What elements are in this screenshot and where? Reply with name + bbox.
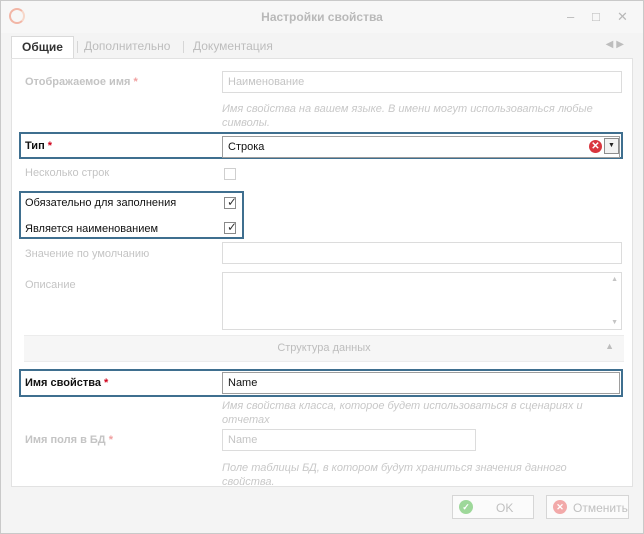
data-structure-section[interactable]: Структура данных ▲ bbox=[24, 335, 624, 362]
cancel-button-label: Отменить bbox=[573, 501, 628, 515]
property-name-input[interactable]: Name bbox=[222, 372, 620, 394]
db-field-name-input[interactable]: Name bbox=[222, 429, 476, 451]
display-name-label: Отображаемое имя * bbox=[25, 76, 138, 88]
tab-bar: Общие Дополнительно Документация ◀▶ bbox=[11, 36, 633, 59]
clear-type-icon[interactable]: ✕ bbox=[589, 140, 602, 153]
required-field-checkbox[interactable]: ✓ bbox=[224, 195, 238, 209]
required-marker: * bbox=[47, 140, 53, 152]
scroll-down-icon[interactable]: ▼ bbox=[611, 319, 618, 326]
display-name-label-text: Отображаемое имя bbox=[25, 76, 131, 88]
tab-general[interactable]: Общие bbox=[11, 36, 74, 59]
ok-button-label: OK bbox=[496, 501, 514, 515]
tab-scroll-arrows[interactable]: ◀▶ bbox=[606, 39, 627, 50]
maximize-icon[interactable]: □ bbox=[592, 10, 600, 24]
tab-documentation[interactable]: Документация bbox=[183, 36, 283, 57]
check-circle-icon: ✓ bbox=[459, 500, 473, 514]
chevron-right-icon[interactable]: ▶ bbox=[616, 39, 627, 50]
default-value-label: Значение по умолчанию bbox=[25, 248, 150, 260]
required-marker: * bbox=[104, 377, 109, 389]
check-icon: ✓ bbox=[227, 220, 238, 234]
type-label: Тип * bbox=[25, 140, 52, 152]
ok-button[interactable]: ✓ OK bbox=[452, 495, 534, 519]
collapse-icon[interactable]: ▲ bbox=[605, 341, 614, 351]
property-settings-window: Настройки свойства – □ ✕ Общие Дополните… bbox=[0, 0, 644, 534]
multiline-checkbox[interactable] bbox=[224, 168, 236, 180]
is-name-label: Является наименованием bbox=[25, 223, 159, 235]
description-textarea[interactable]: ▲ ▼ bbox=[222, 272, 622, 330]
property-name-hint: Имя свойства класса, которое будет испол… bbox=[222, 400, 583, 426]
minimize-icon[interactable]: – bbox=[567, 10, 574, 24]
chevron-left-icon[interactable]: ◀ bbox=[606, 39, 617, 50]
type-label-text: Тип bbox=[25, 140, 45, 152]
window-title: Настройки свойства bbox=[261, 10, 383, 24]
scroll-up-icon[interactable]: ▲ bbox=[611, 276, 618, 283]
property-name-label: Имя свойства * bbox=[25, 377, 108, 389]
required-field-label: Обязательно для заполнения bbox=[25, 197, 177, 209]
is-name-checkbox[interactable]: ✓ bbox=[224, 220, 238, 234]
display-name-input[interactable]: Наименование bbox=[222, 71, 622, 93]
required-marker: * bbox=[108, 434, 113, 446]
cancel-button[interactable]: ✕ Отменить bbox=[546, 495, 629, 519]
check-icon: ✓ bbox=[227, 195, 238, 209]
description-label: Описание bbox=[25, 279, 76, 291]
tab-additional[interactable]: Дополнительно bbox=[74, 36, 180, 57]
db-field-name-hint: Поле таблицы БД, в котором будут хранить… bbox=[222, 462, 567, 488]
section-title: Структура данных bbox=[277, 342, 371, 354]
display-name-hint: Имя свойства на вашем языке. В имени мог… bbox=[222, 103, 593, 129]
multiline-label: Несколько строк bbox=[25, 167, 110, 179]
default-value-input[interactable] bbox=[222, 242, 622, 264]
db-field-name-label: Имя поля в БД * bbox=[25, 434, 113, 446]
chevron-down-icon[interactable]: ▼ bbox=[604, 138, 619, 154]
title-bar: Настройки свойства – □ ✕ bbox=[1, 1, 643, 33]
close-icon[interactable]: ✕ bbox=[617, 10, 628, 24]
property-name-label-text: Имя свойства bbox=[25, 377, 101, 389]
db-field-name-label-text: Имя поля в БД bbox=[25, 434, 106, 446]
type-select[interactable]: Строка bbox=[222, 136, 620, 158]
general-tab-panel: Отображаемое имя * Наименование Имя свой… bbox=[11, 58, 633, 488]
cancel-circle-icon: ✕ bbox=[553, 500, 567, 514]
required-marker: * bbox=[133, 76, 138, 88]
